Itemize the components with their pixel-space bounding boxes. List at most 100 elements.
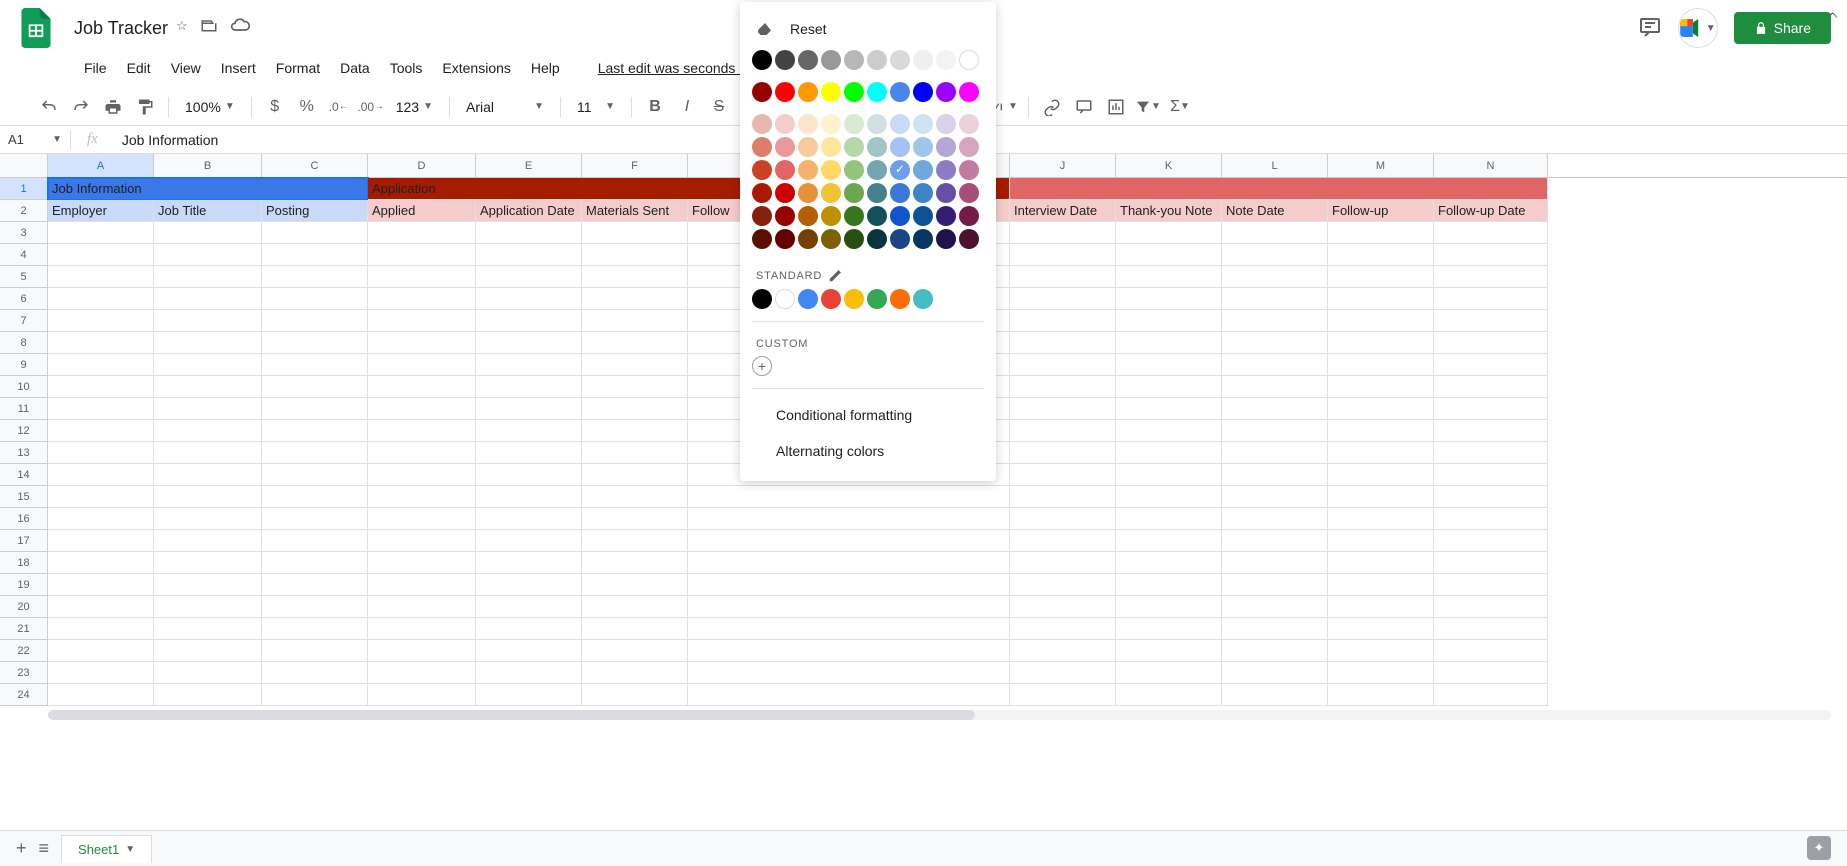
- cell[interactable]: [582, 398, 688, 420]
- color-swatch[interactable]: [752, 229, 772, 249]
- currency-icon[interactable]: $: [262, 94, 288, 120]
- menu-edit[interactable]: Edit: [119, 56, 159, 80]
- cell[interactable]: [48, 354, 154, 376]
- color-swatch[interactable]: [798, 50, 818, 70]
- cell[interactable]: [1328, 398, 1434, 420]
- color-swatch[interactable]: [821, 137, 841, 157]
- cell[interactable]: [1116, 332, 1222, 354]
- cell[interactable]: [1222, 442, 1328, 464]
- move-icon[interactable]: [200, 18, 218, 39]
- cell[interactable]: [1434, 310, 1548, 332]
- cell[interactable]: [688, 640, 1010, 662]
- cell[interactable]: [582, 310, 688, 332]
- menu-extensions[interactable]: Extensions: [434, 56, 518, 80]
- cell[interactable]: [1222, 662, 1328, 684]
- cell[interactable]: [582, 354, 688, 376]
- cell[interactable]: [1328, 420, 1434, 442]
- cell[interactable]: [582, 530, 688, 552]
- row-header[interactable]: 6: [0, 288, 48, 310]
- col-header[interactable]: F: [582, 154, 688, 177]
- menu-file[interactable]: File: [76, 56, 115, 80]
- row-header[interactable]: 23: [0, 662, 48, 684]
- color-swatch[interactable]: [890, 229, 910, 249]
- more-formats[interactable]: 123▼: [390, 97, 439, 117]
- cell[interactable]: [154, 354, 262, 376]
- cell[interactable]: [476, 552, 582, 574]
- cell[interactable]: Follow-up: [1328, 200, 1434, 222]
- cell[interactable]: [368, 596, 476, 618]
- color-swatch[interactable]: [913, 206, 933, 226]
- cell[interactable]: [1434, 596, 1548, 618]
- menu-data[interactable]: Data: [332, 56, 378, 80]
- color-swatch[interactable]: [913, 183, 933, 203]
- cell[interactable]: [1116, 464, 1222, 486]
- cell[interactable]: [1116, 222, 1222, 244]
- cell[interactable]: [476, 354, 582, 376]
- cell[interactable]: [688, 596, 1010, 618]
- color-swatch[interactable]: [959, 82, 979, 102]
- row-header[interactable]: 3: [0, 222, 48, 244]
- cell[interactable]: [1222, 266, 1328, 288]
- cell[interactable]: [1434, 354, 1548, 376]
- cell[interactable]: [1010, 288, 1116, 310]
- row-header[interactable]: 4: [0, 244, 48, 266]
- cell[interactable]: Posting: [262, 200, 368, 222]
- cell[interactable]: [262, 332, 368, 354]
- col-header[interactable]: C: [262, 154, 368, 177]
- cell[interactable]: [1010, 486, 1116, 508]
- cell[interactable]: [368, 222, 476, 244]
- cell[interactable]: [582, 244, 688, 266]
- cell[interactable]: [476, 420, 582, 442]
- all-sheets-icon[interactable]: ≡: [39, 838, 50, 859]
- row-header[interactable]: 1: [0, 178, 48, 200]
- cell[interactable]: [1434, 662, 1548, 684]
- cell[interactable]: [48, 266, 154, 288]
- cell[interactable]: [1010, 310, 1116, 332]
- cell[interactable]: [1116, 618, 1222, 640]
- increase-decimal-icon[interactable]: .00→: [358, 94, 384, 120]
- cell[interactable]: [1116, 266, 1222, 288]
- cell[interactable]: [476, 332, 582, 354]
- color-swatch[interactable]: [959, 206, 979, 226]
- cell[interactable]: [476, 640, 582, 662]
- cell[interactable]: [1010, 552, 1116, 574]
- cell[interactable]: [48, 442, 154, 464]
- comment-history-icon[interactable]: [1638, 15, 1662, 42]
- color-swatch[interactable]: [867, 82, 887, 102]
- cell[interactable]: [1222, 332, 1328, 354]
- color-swatch[interactable]: [798, 289, 818, 309]
- cell[interactable]: [1434, 464, 1548, 486]
- cell[interactable]: [688, 486, 1010, 508]
- color-swatch[interactable]: [890, 137, 910, 157]
- color-swatch[interactable]: [752, 137, 772, 157]
- cell[interactable]: [1116, 420, 1222, 442]
- cell[interactable]: [1010, 508, 1116, 530]
- cell[interactable]: [582, 574, 688, 596]
- color-swatch[interactable]: [798, 114, 818, 134]
- cell[interactable]: [476, 662, 582, 684]
- color-swatch[interactable]: [821, 160, 841, 180]
- color-swatch[interactable]: [959, 50, 979, 70]
- cell[interactable]: [154, 420, 262, 442]
- cell[interactable]: [48, 332, 154, 354]
- menu-insert[interactable]: Insert: [213, 56, 264, 80]
- color-swatch[interactable]: [821, 50, 841, 70]
- color-swatch[interactable]: [775, 206, 795, 226]
- color-swatch[interactable]: [913, 114, 933, 134]
- sheets-logo[interactable]: [16, 8, 56, 48]
- cell[interactable]: [582, 288, 688, 310]
- font-size-select[interactable]: 11▼: [571, 97, 621, 117]
- cell[interactable]: [688, 684, 1010, 706]
- cell[interactable]: [262, 464, 368, 486]
- cell[interactable]: [1328, 354, 1434, 376]
- color-swatch[interactable]: [798, 229, 818, 249]
- cell[interactable]: [154, 508, 262, 530]
- color-swatch[interactable]: [867, 160, 887, 180]
- cell[interactable]: [476, 486, 582, 508]
- cell[interactable]: [582, 222, 688, 244]
- row-header[interactable]: 7: [0, 310, 48, 332]
- cell[interactable]: [368, 684, 476, 706]
- percent-icon[interactable]: %: [294, 94, 320, 120]
- cell[interactable]: [48, 574, 154, 596]
- color-swatch[interactable]: [752, 206, 772, 226]
